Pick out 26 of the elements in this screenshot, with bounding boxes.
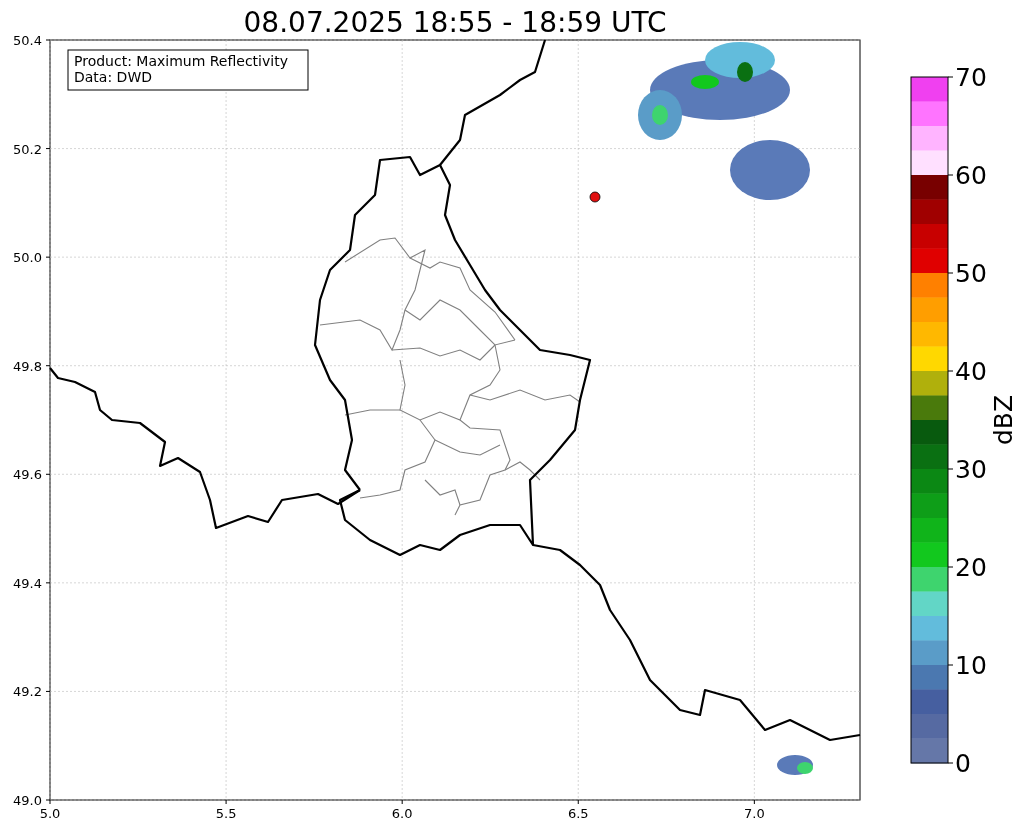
- y-tick-label: 50.2: [13, 141, 42, 157]
- colorbar-tick-label: 10: [955, 651, 987, 680]
- y-tick-label: 49.0: [13, 793, 42, 808]
- x-tick-label: 6.5: [567, 806, 589, 821]
- colorbar-tick-label: 70: [955, 63, 987, 92]
- x-tick-label: 5.0: [39, 806, 61, 821]
- colorbar-tick-label: 20: [955, 553, 987, 582]
- x-tick-label: 5.5: [215, 806, 237, 821]
- y-tick-label: 50.0: [13, 250, 42, 266]
- colorbar-tick-label: 50: [955, 259, 987, 288]
- chart-title: 08.07.2025 18:55 - 18:59 UTC: [243, 6, 667, 39]
- y-tick-label: 49.8: [13, 358, 42, 374]
- y-tick-label: 49.6: [13, 467, 42, 483]
- location-marker: [589, 191, 601, 203]
- y-tick-label: 49.4: [13, 575, 42, 591]
- x-tick-label: 6.0: [391, 806, 413, 821]
- info-text: Product: Maximum Reflectivity: [74, 53, 288, 69]
- colorbar-tick-label: 60: [955, 161, 987, 190]
- colorbar-tick-label: 40: [955, 357, 987, 386]
- x-tick-label: 7.0: [744, 806, 765, 821]
- info-text: Data: DWD: [74, 69, 152, 85]
- y-tick-label: 50.4: [13, 33, 42, 48]
- colorbar-label: dBZ: [989, 394, 1018, 446]
- colorbar-tick-label: 30: [955, 455, 987, 484]
- y-tick-label: 49.2: [13, 684, 42, 700]
- colorbar-tick-label: 0: [955, 749, 971, 778]
